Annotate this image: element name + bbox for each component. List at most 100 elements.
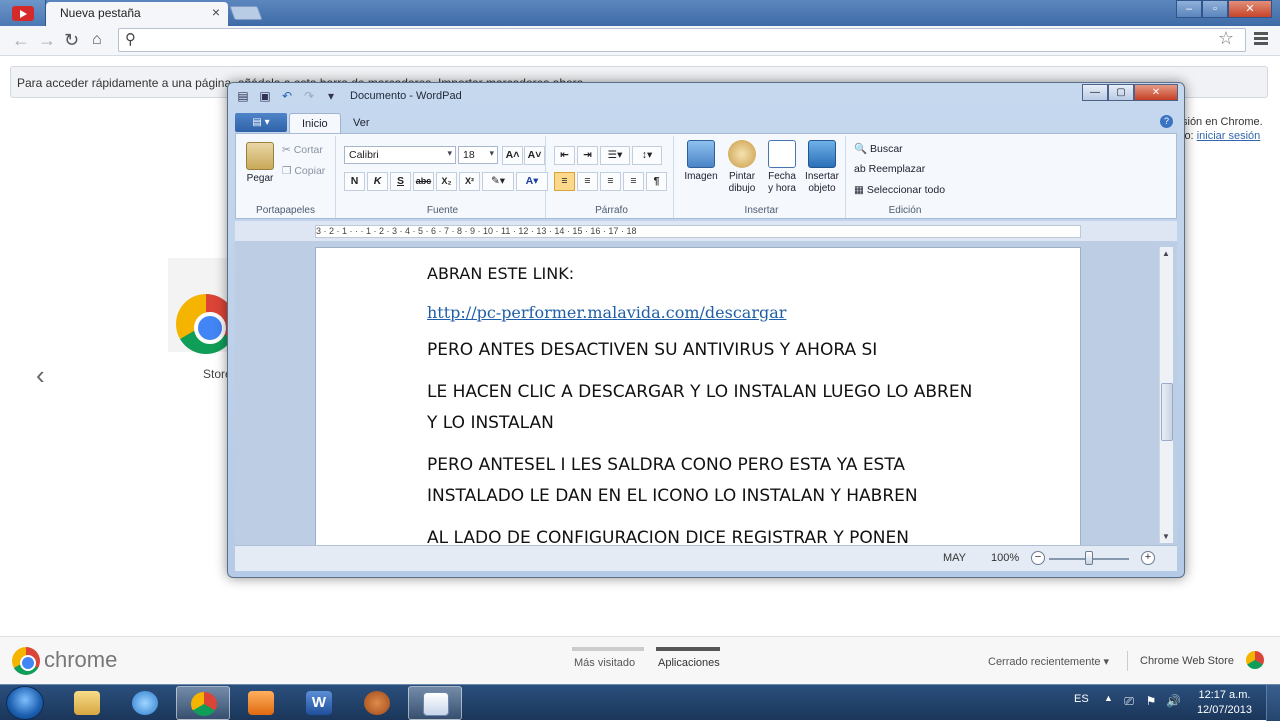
tab-apps[interactable]: Aplicaciones (658, 657, 720, 669)
youtube-icon (12, 6, 34, 21)
insert-paint-button[interactable]: Pintar dibujo (724, 140, 760, 195)
scroll-down-icon[interactable]: ▼ (1162, 532, 1170, 541)
scroll-up-icon[interactable]: ▲ (1162, 249, 1170, 258)
font-color-button[interactable]: A▾ (516, 172, 548, 191)
reload-icon[interactable]: ↻ (64, 30, 79, 50)
language-indicator[interactable]: ES (1074, 693, 1089, 705)
cut-label: Cortar (293, 144, 323, 156)
wordpad-menu-button[interactable]: ▤ ▾ (235, 113, 287, 132)
scrollbar-thumb[interactable] (1161, 383, 1173, 441)
undo-icon[interactable]: ↶ (280, 89, 294, 103)
insert-datetime-button[interactable]: Fecha y hora (764, 140, 800, 195)
taskbar-baseball-glove-app[interactable] (350, 686, 404, 720)
paint-label-2: dibujo (728, 183, 756, 194)
find-button[interactable]: 🔍 Buscar (854, 142, 903, 155)
align-center-button[interactable]: ≡ (577, 172, 598, 191)
customize-qat-icon[interactable]: ▾ (324, 89, 338, 103)
clock[interactable]: 12:17 a.m. 12/07/2013 (1197, 688, 1252, 718)
font-family-select[interactable]: Calibri (344, 146, 456, 164)
youtube-tab[interactable] (0, 0, 46, 26)
replace-button[interactable]: ab Reemplazar (854, 163, 925, 175)
help-icon[interactable]: ? (1160, 115, 1173, 128)
show-hidden-icons-icon[interactable]: ▲ (1104, 693, 1113, 703)
cut-button[interactable]: ✂ Cortar (282, 144, 323, 156)
web-store-link[interactable]: Chrome Web Store (1140, 655, 1234, 667)
save-icon[interactable]: ▣ (258, 89, 272, 103)
wordpad-minimize-button[interactable]: — (1082, 84, 1108, 101)
select-all-button[interactable]: ▦ Seleccionar todo (854, 184, 945, 196)
shrink-font-button[interactable]: A˅ (524, 146, 545, 165)
star-icon[interactable]: ☆ (1218, 28, 1234, 49)
action-center-icon[interactable]: ⚑ (1144, 694, 1158, 708)
align-left-button[interactable]: ≡ (554, 172, 575, 191)
tab-new-tab[interactable]: Nueva pestaña × (46, 2, 228, 28)
insert-object-button[interactable]: Insertar objeto (802, 140, 842, 195)
taskbar-explorer[interactable] (60, 686, 114, 720)
ruler[interactable]: 3 · 2 · 1 · · · 1 · 2 · 3 · 4 · 5 · 6 · … (315, 225, 1081, 238)
taskbar-wordpad[interactable] (408, 686, 462, 720)
datetime-label-1: Fecha (768, 171, 796, 182)
close-tab-icon[interactable]: × (212, 4, 220, 20)
wordpad-maximize-button[interactable]: ▢ (1108, 84, 1134, 101)
bold-button[interactable]: N (344, 172, 365, 191)
home-icon[interactable]: ⌂ (92, 30, 102, 50)
wordpad-titlebar[interactable]: ▤ ▣ ↶ ↷ ▾ Documento - WordPad — ▢ ✕ (228, 83, 1184, 109)
document-text[interactable]: ABRAN ESTE LINK: http://pc-performer.mal… (427, 258, 987, 545)
wordpad-close-button[interactable]: ✕ (1134, 84, 1178, 101)
vertical-scrollbar[interactable]: ▲ ▼ (1159, 247, 1173, 543)
address-bar[interactable]: ⚲ (118, 28, 1246, 52)
align-right-button[interactable]: ≡ (600, 172, 621, 191)
zoom-in-icon[interactable]: + (1141, 551, 1155, 565)
forward-icon[interactable]: → (38, 30, 56, 50)
insert-image-button[interactable]: Imagen (682, 140, 720, 183)
increase-indent-icon[interactable]: ⇥ (577, 146, 598, 165)
tab-inicio[interactable]: Inicio (289, 113, 341, 133)
copy-button[interactable]: ❐ Copiar (282, 165, 325, 177)
wordpad-title: Documento - WordPad (350, 90, 462, 102)
taskbar-word[interactable]: W (292, 686, 346, 720)
italic-button[interactable]: K (367, 172, 388, 191)
menu-icon[interactable] (1254, 32, 1268, 47)
web-store-icon[interactable] (1246, 651, 1264, 669)
paragraph-button[interactable]: ¶ (646, 172, 667, 191)
select-all-label: Seleccionar todo (866, 184, 946, 196)
maximize-button[interactable]: ▫ (1202, 0, 1228, 18)
editing-group-label: Edición (888, 205, 922, 216)
superscript-button[interactable]: X² (459, 172, 480, 191)
zoom-slider-thumb[interactable] (1085, 551, 1093, 565)
back-icon[interactable]: ← (12, 30, 30, 50)
grow-font-button[interactable]: A˄ (502, 146, 523, 165)
object-label-1: Insertar (805, 171, 839, 182)
taskbar-chrome[interactable] (176, 686, 230, 720)
recently-closed-menu[interactable]: Cerrado recientemente ▾ (988, 655, 1109, 668)
taskbar-media-player[interactable] (234, 686, 288, 720)
minimize-button[interactable]: – (1176, 0, 1202, 18)
volume-icon[interactable]: 🔊 (1166, 694, 1181, 708)
paste-button[interactable]: Pegar (240, 142, 280, 185)
highlight-color-button[interactable]: ✎▾ (482, 172, 514, 191)
decrease-indent-icon[interactable]: ⇤ (554, 146, 575, 165)
taskbar-internet-explorer[interactable] (118, 686, 172, 720)
new-tab-button[interactable] (229, 6, 263, 20)
underline-button[interactable]: S (390, 172, 411, 191)
zoom-out-icon[interactable]: − (1031, 551, 1045, 565)
web-store-app-tile[interactable] (168, 258, 236, 354)
tab-ver[interactable]: Ver (341, 113, 382, 133)
tab-most-visited[interactable]: Más visitado (574, 657, 635, 669)
document-page[interactable]: ABRAN ESTE LINK: http://pc-performer.mal… (315, 247, 1081, 545)
line-spacing-icon[interactable]: ↕▾ (632, 146, 662, 165)
network-icon[interactable]: ⎚ (1122, 694, 1136, 708)
show-desktop-button[interactable] (1266, 685, 1280, 721)
subscript-button[interactable]: X₂ (436, 172, 457, 191)
font-size-select[interactable]: 18 (458, 146, 498, 164)
bullet-list-icon[interactable]: ☰▾ (600, 146, 630, 165)
prev-page-icon[interactable]: ‹ (36, 360, 45, 391)
strikethrough-button[interactable]: abc (413, 172, 434, 191)
justify-button[interactable]: ≡ (623, 172, 644, 191)
redo-icon[interactable]: ↷ (302, 89, 316, 103)
doc-link[interactable]: http://pc-performer.malavida.com/descarg… (427, 303, 786, 322)
zoom-level: 100% (991, 552, 1020, 564)
close-button[interactable]: ✕ (1228, 0, 1272, 18)
start-button[interactable] (6, 686, 44, 720)
signin-link[interactable]: iniciar sesión (1197, 130, 1261, 142)
